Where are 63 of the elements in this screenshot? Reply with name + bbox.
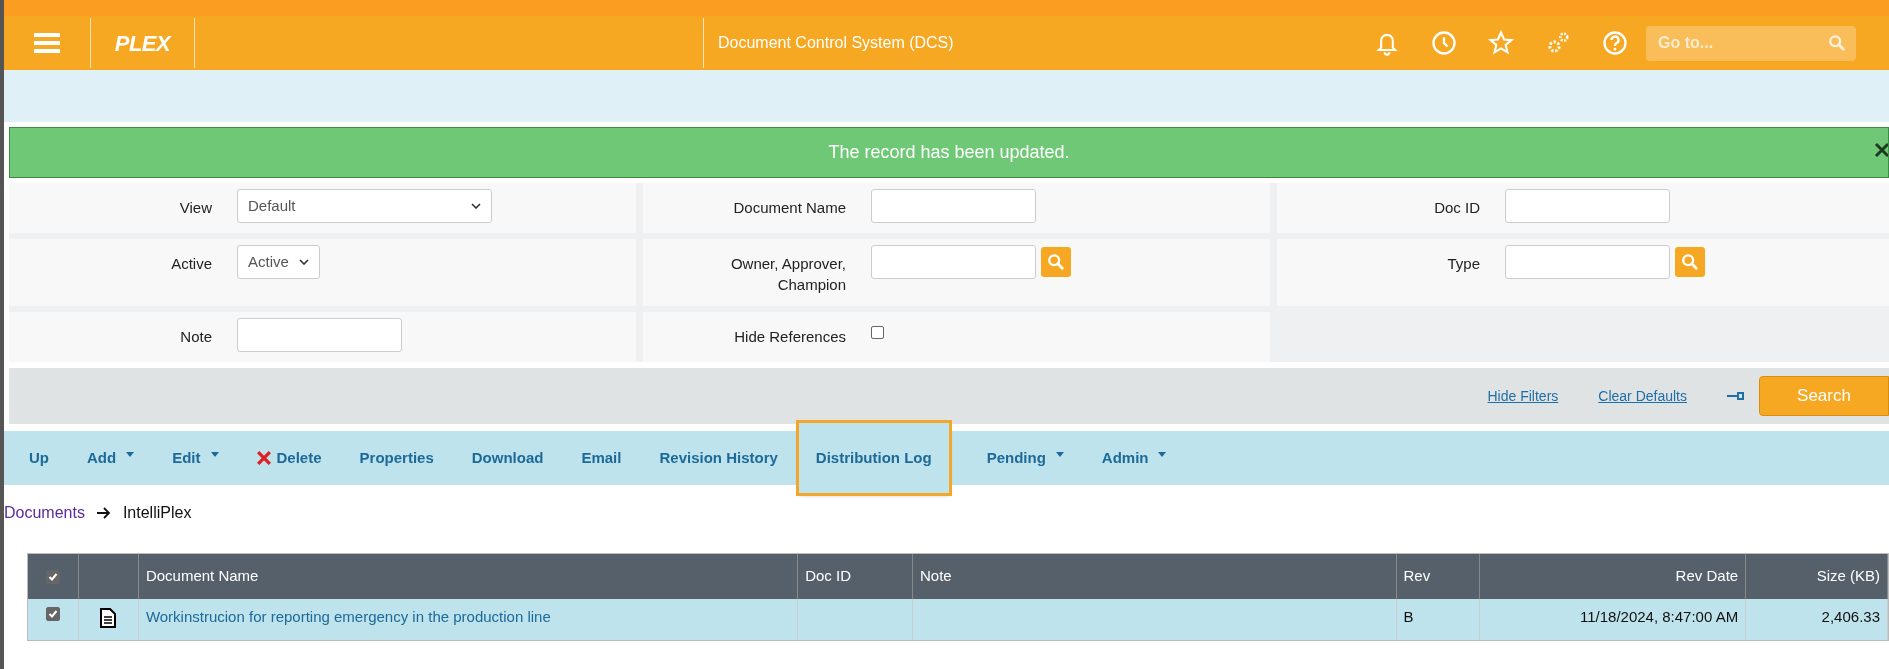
dropdown-field[interactable]: Active	[237, 245, 320, 279]
lookup-button[interactable]	[1041, 247, 1071, 277]
field-label: View	[178, 198, 212, 218]
toolbar-item[interactable]: Add	[87, 431, 135, 485]
star-icon	[1487, 29, 1515, 57]
caret-icon	[1158, 451, 1167, 457]
table-cell: 11/18/2024, 8:47:00 AM	[1579, 608, 1739, 625]
toolbar-item[interactable]: Admin	[1101, 431, 1167, 485]
field-label: Active	[170, 254, 212, 274]
filter-link[interactable]: Hide Filters	[1487, 385, 1559, 407]
help-icon	[1601, 29, 1629, 57]
text-field[interactable]	[1505, 245, 1670, 279]
search-icon	[1828, 33, 1846, 52]
dropdown-field[interactable]: Default	[237, 189, 492, 223]
field-label: Note	[179, 327, 212, 347]
help-button[interactable]	[1600, 28, 1630, 58]
checkbox[interactable]	[871, 326, 884, 339]
text-field[interactable]	[1505, 189, 1670, 223]
toolbar-item[interactable]: Properties	[359, 431, 434, 485]
toolbar-item[interactable]: Delete	[256, 431, 322, 485]
breadcrumb-current: IntelliPlex	[122, 502, 192, 523]
menu-icon	[34, 33, 60, 53]
text-field[interactable]	[871, 189, 1036, 223]
toolbar-item[interactable]: Up	[29, 431, 49, 485]
field-label: Doc ID	[1433, 198, 1480, 218]
close-button[interactable]	[1874, 142, 1888, 158]
lookup-button[interactable]	[1675, 247, 1705, 277]
caret-icon	[1055, 451, 1064, 457]
search-icon	[1681, 253, 1699, 271]
document-icon	[100, 608, 117, 628]
table-cell: B	[1403, 608, 1414, 625]
pin-button[interactable]	[1727, 391, 1745, 401]
caret-icon	[126, 451, 135, 457]
table-cell: 2,406.33	[1821, 608, 1880, 625]
document-link[interactable]: Workinstrucion for reporting emergency in the production line	[145, 608, 551, 625]
field-label: Hide References	[733, 327, 846, 347]
toolbar-item[interactable]: Revision History	[659, 431, 778, 485]
arrow-right-icon	[96, 506, 111, 519]
toolbar-item[interactable]: Download	[471, 431, 544, 485]
toolbar-item[interactable]: Pending	[986, 431, 1064, 485]
chevron-down-icon	[299, 259, 309, 265]
banner-message: The record has been updated.	[828, 141, 1070, 164]
clock-button[interactable]	[1429, 28, 1459, 58]
delete-icon	[256, 451, 271, 465]
close-icon	[1874, 142, 1888, 158]
text-field[interactable]	[237, 318, 402, 352]
caret-icon	[210, 451, 219, 457]
toolbar-item[interactable]: Email	[581, 431, 622, 485]
field-label: Owner, Approver, Champion	[729, 254, 846, 295]
field-label: Type	[1446, 254, 1480, 274]
search-icon	[1047, 253, 1065, 271]
checkbox[interactable]	[45, 569, 60, 584]
chevron-down-icon	[471, 203, 481, 209]
checkbox[interactable]	[45, 607, 60, 621]
toolbar-item[interactable]: Distribution Log	[798, 423, 949, 493]
filter-link[interactable]: Clear Defaults	[1598, 385, 1687, 407]
breadcrumb-link[interactable]: Documents	[4, 500, 85, 525]
toolbar-item[interactable]: Edit	[172, 431, 219, 485]
pin-icon	[1727, 391, 1745, 401]
field-label: Document Name	[732, 198, 846, 218]
clock-icon	[1430, 29, 1458, 57]
text-field[interactable]	[871, 245, 1036, 279]
page-title: Document Control System (DCS)	[717, 33, 955, 53]
